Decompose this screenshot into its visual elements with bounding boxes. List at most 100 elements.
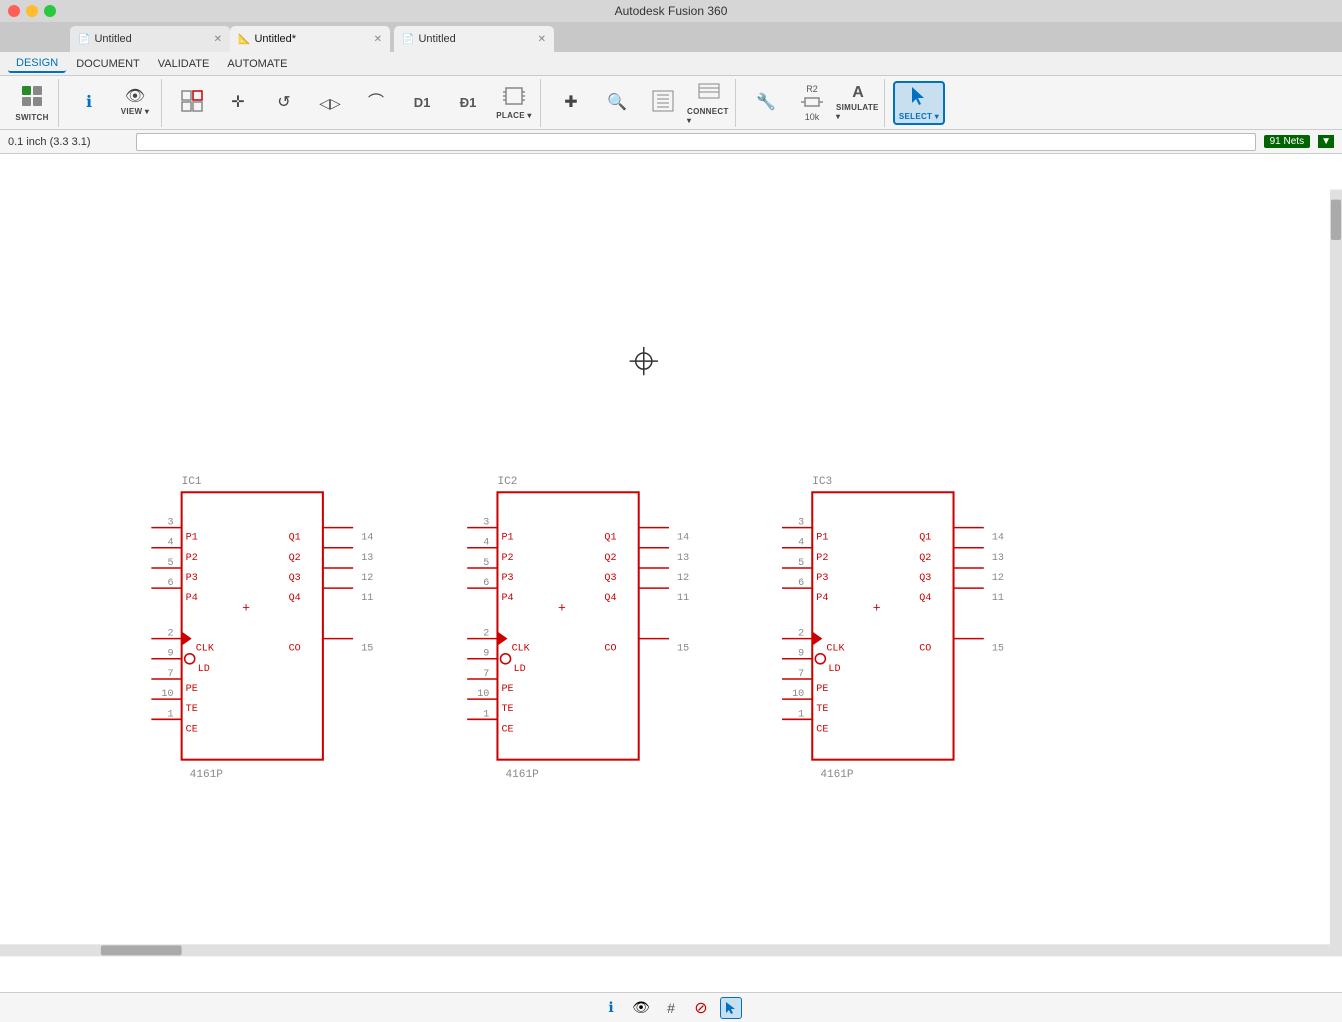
rotate-button[interactable]: ↺ bbox=[262, 81, 306, 125]
svg-text:15: 15 bbox=[992, 644, 1004, 655]
tab-3-close[interactable]: ✕ bbox=[538, 34, 546, 45]
ic2-part-label: 4161P bbox=[506, 769, 540, 781]
maximize-button[interactable] bbox=[44, 5, 56, 17]
ic1-pin6-num: 6 bbox=[167, 578, 173, 589]
bottom-eye-button[interactable]: 👁 bbox=[630, 997, 652, 1019]
ic1-part-label: 4161P bbox=[190, 769, 224, 781]
place-d1b-button[interactable]: Ð1 bbox=[446, 81, 490, 125]
place-d1a-button[interactable]: D1 bbox=[400, 81, 444, 125]
ic1-pin5-label: P3 bbox=[186, 573, 198, 584]
titlebar: Autodesk Fusion 360 bbox=[0, 0, 1342, 22]
ic-icon bbox=[503, 86, 525, 109]
close-button[interactable] bbox=[8, 5, 20, 17]
svg-text:PE: PE bbox=[501, 684, 513, 695]
net-icon: ✚ bbox=[564, 95, 577, 111]
ic2-vcc-plus: + bbox=[558, 600, 566, 615]
tab-1[interactable]: 📄 Untitled ✕ bbox=[70, 26, 230, 52]
scrollbar-thumb-right[interactable] bbox=[1331, 200, 1341, 240]
svg-text:CLK: CLK bbox=[512, 644, 531, 655]
svg-text:LD: LD bbox=[514, 664, 526, 675]
svg-text:PE: PE bbox=[816, 684, 828, 695]
svg-text:10: 10 bbox=[477, 689, 489, 700]
ic1-ld-circle bbox=[185, 654, 195, 664]
zoom-icon: 🔍 bbox=[607, 95, 627, 111]
svg-text:4: 4 bbox=[483, 538, 489, 549]
zoom-button[interactable]: 🔍 bbox=[595, 81, 639, 125]
d1b-icon: Ð1 bbox=[460, 96, 477, 109]
tab-3[interactable]: 📄 Untitled ✕ bbox=[394, 26, 554, 52]
ic1-pin10-num: 10 bbox=[161, 689, 173, 700]
menu-validate[interactable]: VALIDATE bbox=[150, 56, 218, 72]
svg-text:Q1: Q1 bbox=[604, 533, 616, 544]
svg-text:11: 11 bbox=[677, 593, 689, 604]
menu-automate[interactable]: AUTOMATE bbox=[219, 56, 295, 72]
bottom-info-button[interactable]: ℹ bbox=[600, 997, 622, 1019]
mirror-icon: ◁▷ bbox=[319, 96, 341, 110]
ic1-pe-label: PE bbox=[186, 684, 198, 695]
switch-button[interactable]: SWITCH bbox=[10, 81, 54, 125]
command-input[interactable] bbox=[136, 133, 1256, 151]
svg-text:Q4: Q4 bbox=[919, 593, 931, 604]
resistor-button[interactable]: R2 10k bbox=[790, 81, 834, 125]
wrench-button[interactable]: 🔧 bbox=[744, 81, 788, 125]
ic1-pin15-num: 15 bbox=[361, 644, 373, 655]
svg-text:5: 5 bbox=[483, 558, 489, 569]
net-button[interactable]: ✚ bbox=[549, 81, 593, 125]
svg-text:CLK: CLK bbox=[826, 644, 845, 655]
canvas-area[interactable]: IC1 4161P + 3 P1 4 P2 5 P3 bbox=[0, 154, 1342, 992]
grid-icon bbox=[181, 90, 203, 115]
view-button[interactable]: 👁 VIEW ▾ bbox=[113, 81, 157, 125]
nets-dropdown[interactable]: ▼ bbox=[1318, 135, 1334, 148]
ic1-component: IC1 4161P + 3 P1 4 P2 5 P3 bbox=[151, 476, 373, 781]
tab-2-label: Untitled* bbox=[254, 33, 296, 45]
place-grid-button[interactable] bbox=[170, 81, 214, 125]
scrollbar-thumb-bottom[interactable] bbox=[101, 945, 182, 955]
resistor-icon bbox=[801, 96, 823, 110]
ic1-ld-label: LD bbox=[198, 664, 210, 675]
ic1-q2-label: Q2 bbox=[289, 553, 301, 564]
place-ic-button[interactable]: PLACE ▾ bbox=[492, 81, 536, 125]
tab-2-close[interactable]: ✕ bbox=[374, 34, 382, 45]
view-info-button[interactable]: ℹ bbox=[67, 81, 111, 125]
svg-text:P4: P4 bbox=[816, 593, 828, 604]
menu-document[interactable]: DOCUMENT bbox=[68, 56, 148, 72]
svg-text:P2: P2 bbox=[816, 553, 828, 564]
menu-design[interactable]: DESIGN bbox=[8, 55, 66, 73]
info-icon: ℹ bbox=[86, 95, 92, 111]
bottom-cursor-button[interactable] bbox=[720, 997, 742, 1019]
move-button[interactable]: ✛ bbox=[216, 81, 260, 125]
sim1-button[interactable] bbox=[641, 81, 685, 125]
toolbar-group-view: ℹ 👁 VIEW ▾ bbox=[63, 79, 162, 127]
eye-icon: 👁 bbox=[125, 89, 145, 105]
resistor-label-top: R2 bbox=[806, 84, 818, 94]
switch-icon bbox=[20, 84, 44, 111]
simulate-button[interactable]: A SIMULATE ▾ bbox=[836, 81, 880, 125]
minimize-button[interactable] bbox=[26, 5, 38, 17]
svg-text:13: 13 bbox=[992, 553, 1004, 564]
simulate-icon: A bbox=[852, 85, 864, 101]
mirror-button[interactable]: ◁▷ bbox=[308, 81, 352, 125]
ic1-pin9-num: 9 bbox=[167, 649, 173, 660]
svg-text:2: 2 bbox=[798, 629, 804, 640]
ic2-component: IC2 4161P + 3 P1 4 P2 5 P3 6 P4 2 CLK bbox=[467, 476, 689, 781]
wire-button[interactable]: ⌒ bbox=[354, 81, 398, 125]
tabbar: 📄 Untitled ✕ 📐 Untitled* ✕ 📄 Untitled ✕ bbox=[0, 22, 1342, 52]
svg-text:CE: CE bbox=[816, 724, 828, 735]
main-layout: IC1 4161P + 3 P1 4 P2 5 P3 bbox=[0, 154, 1342, 1022]
rotate-icon: ↺ bbox=[277, 95, 290, 111]
tab-1-close[interactable]: ✕ bbox=[214, 34, 222, 45]
bottom-grid-button[interactable]: # bbox=[660, 997, 682, 1019]
connect-button[interactable]: CONNECT ▾ bbox=[687, 81, 731, 125]
svg-text:P3: P3 bbox=[501, 573, 513, 584]
crosshair bbox=[630, 347, 658, 375]
scrollbar-right[interactable] bbox=[1330, 190, 1342, 957]
select-button[interactable]: SELECT ▾ bbox=[893, 81, 945, 125]
tab-1-icon: 📄 bbox=[78, 34, 90, 45]
scrollbar-bottom[interactable] bbox=[0, 944, 1330, 956]
toolbar-group-connect: ✚ 🔍 C bbox=[545, 79, 736, 127]
tab-2[interactable]: 📐 Untitled* ✕ bbox=[230, 26, 390, 52]
tab-1-label: Untitled bbox=[94, 33, 131, 45]
bottom-stop-button[interactable]: ⊘ bbox=[690, 997, 712, 1019]
view-label: VIEW ▾ bbox=[121, 107, 149, 116]
toolbar-group-place: ✛ ↺ ◁▷ ⌒ D1 Ð1 bbox=[166, 79, 541, 127]
